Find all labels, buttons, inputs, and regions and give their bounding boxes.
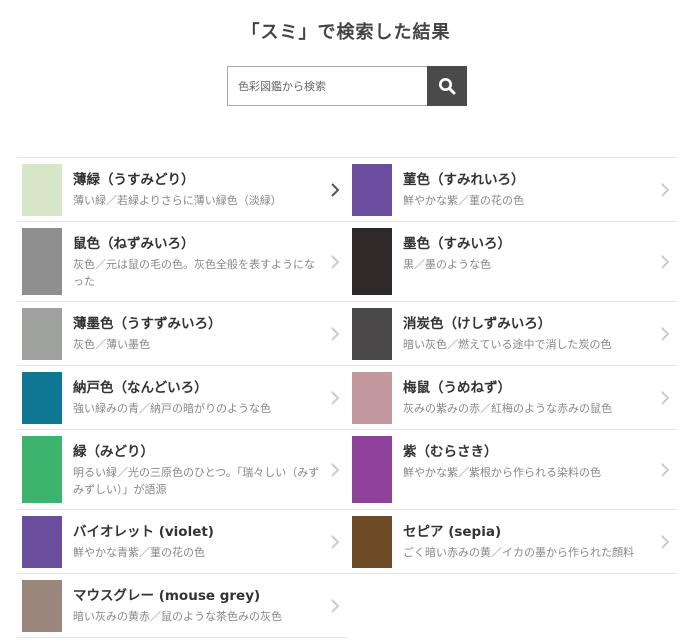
chevron-right-icon bbox=[661, 534, 670, 549]
result-item[interactable]: 消炭色（けしずみいろ） 暗い灰色／燃えている途中で消した炭の色 bbox=[347, 302, 677, 366]
color-description: 灰みの紫みの赤／紅梅のような赤みの鼠色 bbox=[403, 402, 612, 415]
page-title: 「スミ」で検索した結果 bbox=[241, 22, 451, 43]
chevron-right-icon bbox=[331, 462, 340, 477]
result-item[interactable]: マウスグレー (mouse grey) 暗い灰みの黄赤／鼠のような茶色みの灰色 bbox=[17, 574, 347, 638]
search-input[interactable] bbox=[227, 66, 427, 106]
color-swatch bbox=[22, 308, 62, 360]
color-name: 薄緑（うすみどり） bbox=[73, 172, 195, 188]
result-item[interactable]: 梅鼠（うめねず） 灰みの紫みの赤／紅梅のような赤みの鼠色 bbox=[347, 366, 677, 430]
color-swatch bbox=[22, 580, 62, 632]
color-description: 暗い灰色／燃えている途中で消した炭の色 bbox=[403, 338, 612, 351]
chevron-right-icon bbox=[331, 254, 340, 269]
results-list: 薄緑（うすみどり） 薄い緑／若緑よりさらに薄い緑色（淡緑） 菫色（すみれいろ） 鮮や… bbox=[17, 157, 677, 638]
chevron-right-icon bbox=[331, 326, 340, 341]
color-name: 消炭色（けしずみいろ） bbox=[403, 316, 552, 332]
chevron-right-icon bbox=[331, 182, 340, 197]
color-swatch bbox=[352, 372, 392, 424]
color-description: 鮮やかな青紫／菫の花の色 bbox=[73, 546, 205, 559]
color-description: 明るい緑／光の三原色のひとつ。「瑞々しい（みずみずしい）」が語源 bbox=[73, 466, 320, 496]
result-item[interactable]: 墨色（すみいろ） 黒／墨のような色 bbox=[347, 222, 677, 302]
color-description: 薄い緑／若緑よりさらに薄い緑色（淡緑） bbox=[73, 194, 282, 207]
color-swatch bbox=[352, 516, 392, 568]
color-description: 灰色／元は鼠の毛の色。灰色全般を表すようになった bbox=[73, 258, 315, 288]
chevron-right-icon bbox=[661, 182, 670, 197]
color-description: 強い緑みの青／納戸の暗がりのような色 bbox=[73, 402, 271, 415]
color-swatch bbox=[352, 228, 392, 295]
chevron-right-icon bbox=[661, 326, 670, 341]
result-item[interactable]: 納戸色（なんどいろ） 強い緑みの青／納戸の暗がりのような色 bbox=[17, 366, 347, 430]
color-name: 鼠色（ねずみいろ） bbox=[73, 236, 195, 252]
color-description: 黒／墨のような色 bbox=[403, 258, 491, 271]
color-swatch bbox=[22, 372, 62, 424]
color-name: セピア (sepia) bbox=[403, 524, 502, 540]
chevron-right-icon bbox=[331, 598, 340, 613]
color-swatch bbox=[352, 308, 392, 360]
color-description: 鮮やかな紫／菫の花の色 bbox=[403, 194, 524, 207]
color-swatch bbox=[22, 228, 62, 295]
result-item[interactable]: 鼠色（ねずみいろ） 灰色／元は鼠の毛の色。灰色全般を表すようになった bbox=[17, 222, 347, 302]
color-name: 梅鼠（うめねず） bbox=[403, 380, 511, 396]
chevron-right-icon bbox=[331, 390, 340, 405]
result-item[interactable]: 緑（みどり） 明るい緑／光の三原色のひとつ。「瑞々しい（みずみずしい）」が語源 bbox=[17, 430, 347, 510]
color-description: 灰色／薄い墨色 bbox=[73, 338, 150, 351]
chevron-right-icon bbox=[661, 462, 670, 477]
chevron-right-icon bbox=[331, 534, 340, 549]
color-name: マウスグレー (mouse grey) bbox=[73, 588, 261, 604]
color-swatch bbox=[22, 436, 62, 503]
search-box bbox=[227, 66, 467, 106]
color-name: バイオレット (violet) bbox=[73, 524, 214, 540]
color-swatch bbox=[352, 164, 392, 216]
result-item[interactable]: 菫色（すみれいろ） 鮮やかな紫／菫の花の色 bbox=[347, 158, 677, 222]
result-item[interactable]: 薄緑（うすみどり） 薄い緑／若緑よりさらに薄い緑色（淡緑） bbox=[17, 158, 347, 222]
color-name: 紫（むらさき） bbox=[403, 444, 498, 460]
color-description: ごく暗い赤みの黄／イカの墨から作られた顔料 bbox=[403, 546, 634, 559]
result-item[interactable]: セピア (sepia) ごく暗い赤みの黄／イカの墨から作られた顔料 bbox=[347, 510, 677, 574]
color-swatch bbox=[352, 436, 392, 503]
color-name: 菫色（すみれいろ） bbox=[403, 172, 525, 188]
result-item[interactable]: バイオレット (violet) 鮮やかな青紫／菫の花の色 bbox=[17, 510, 347, 574]
color-name: 薄墨色（うすずみいろ） bbox=[73, 316, 222, 332]
color-swatch bbox=[22, 516, 62, 568]
search-button[interactable] bbox=[427, 66, 467, 106]
color-name: 墨色（すみいろ） bbox=[403, 236, 511, 252]
chevron-right-icon bbox=[661, 390, 670, 405]
color-name: 緑（みどり） bbox=[73, 444, 154, 460]
chevron-right-icon bbox=[661, 254, 670, 269]
color-description: 鮮やかな紫／紫根から作られる染料の色 bbox=[403, 466, 601, 479]
color-swatch bbox=[22, 164, 62, 216]
color-description: 暗い灰みの黄赤／鼠のような茶色みの灰色 bbox=[73, 610, 282, 623]
result-item[interactable]: 薄墨色（うすずみいろ） 灰色／薄い墨色 bbox=[17, 302, 347, 366]
result-item[interactable]: 紫（むらさき） 鮮やかな紫／紫根から作られる染料の色 bbox=[347, 430, 677, 510]
search-icon bbox=[439, 78, 456, 95]
color-name: 納戸色（なんどいろ） bbox=[73, 380, 208, 396]
